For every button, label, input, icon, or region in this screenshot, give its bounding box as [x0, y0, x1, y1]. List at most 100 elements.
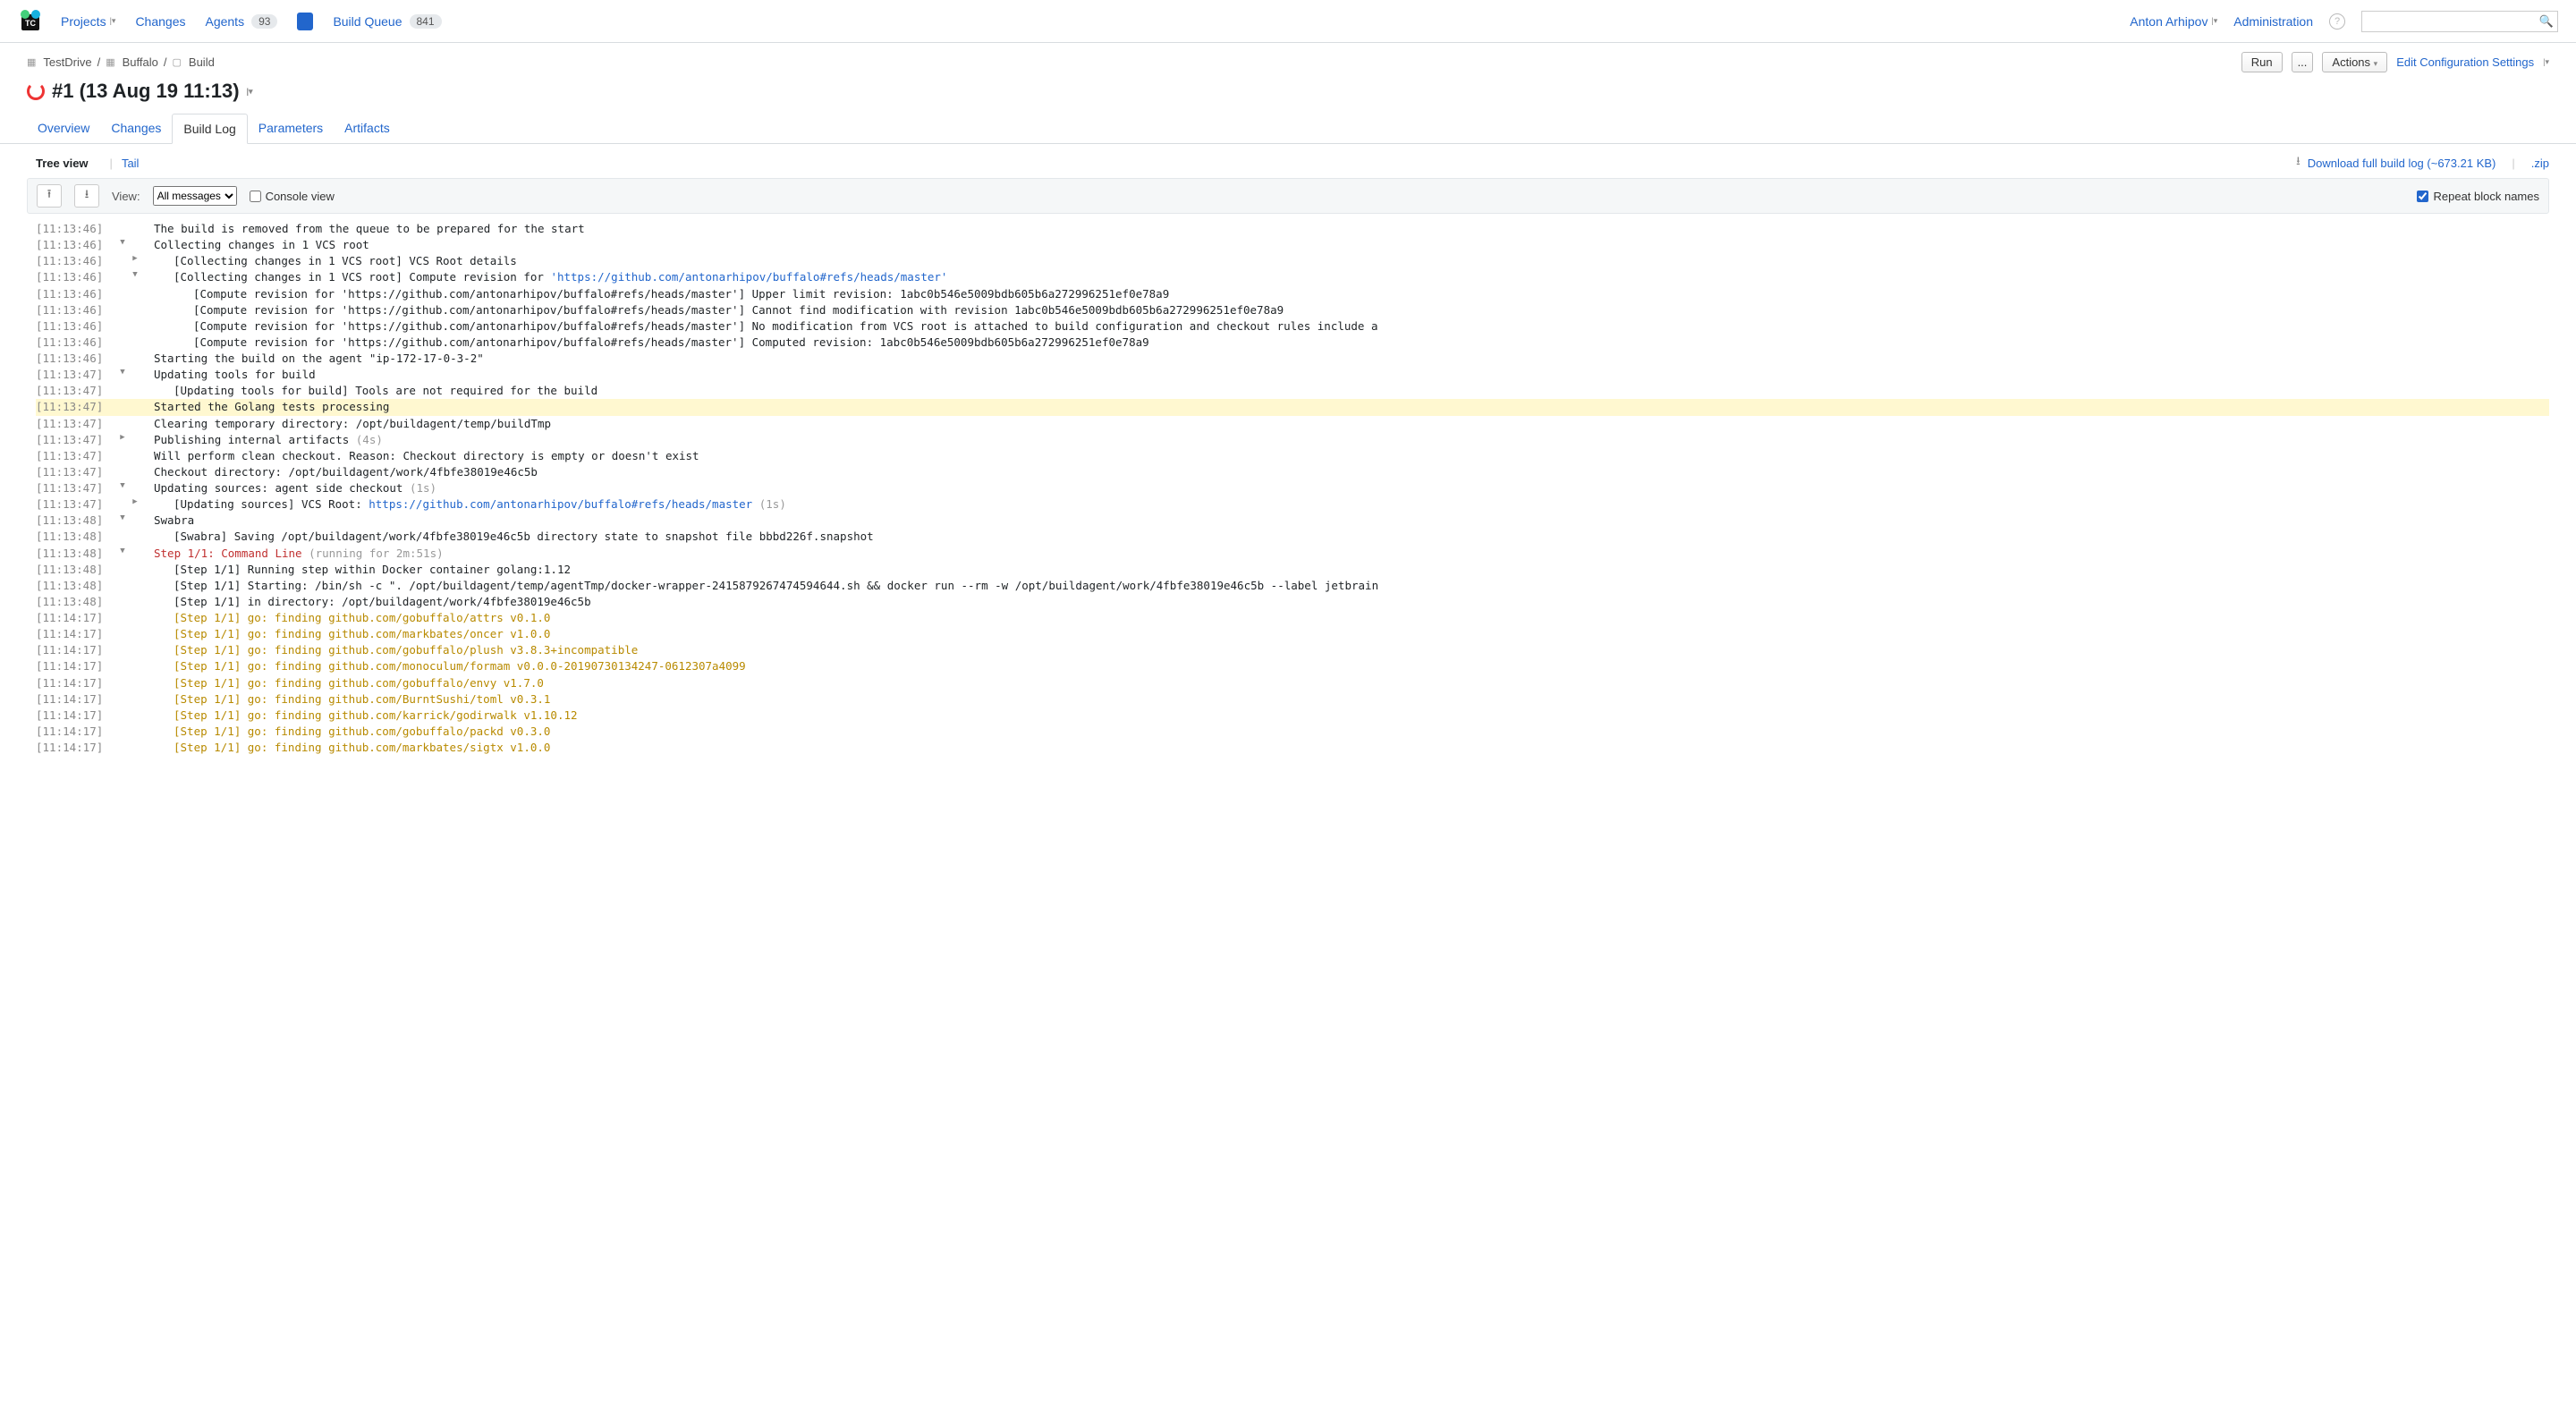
indent-spacer [116, 740, 129, 756]
indent-spacer [141, 221, 154, 237]
log-message: [Step 1/1] go: finding github.com/BurntS… [154, 691, 2549, 708]
indent-spacer [141, 626, 154, 642]
log-row: [11:14:17][Step 1/1] go: finding github.… [36, 658, 2549, 674]
log-message: [Step 1/1] Running step within Docker co… [154, 562, 2549, 578]
log-row: [11:14:17] [Step 1/1] go: finding github.… [36, 642, 2549, 658]
nav-administration[interactable]: Administration [2233, 14, 2313, 29]
indent-spacer [141, 513, 154, 529]
log-message: [Step 1/1] go: finding github.com/gobuff… [154, 642, 2549, 658]
indent-spacer [129, 399, 141, 415]
indent-spacer [141, 432, 154, 448]
expand-icon[interactable]: ▶ [129, 253, 141, 269]
log-message: [Compute revision for 'https://github.co… [154, 335, 2549, 351]
log-message: Swabra [154, 513, 2549, 529]
vcs-link[interactable]: 'https://github.com/antonarhipov/buffalo… [550, 270, 947, 284]
console-view-toggle[interactable]: Console view [250, 190, 335, 203]
chevron-down-icon[interactable]: |▾ [2543, 57, 2549, 67]
indent-spacer [141, 464, 154, 480]
console-view-checkbox[interactable] [250, 191, 261, 202]
log-row: [11:13:46]Starting the build on the agen… [36, 351, 2549, 367]
log-view-header: Tree view | Tail ⭳ Download full build l… [0, 144, 2576, 178]
nav-bq-label: Build Queue [333, 14, 402, 29]
indent-spacer [129, 513, 141, 529]
indent-spacer [116, 610, 129, 626]
log-timestamp: [11:13:47] [36, 399, 116, 415]
expand-icon[interactable]: ▶ [129, 496, 141, 513]
log-row: [11:13:47] Started the Golang tests proce… [36, 399, 2549, 415]
indent-spacer [141, 318, 154, 335]
log-timestamp: [11:13:48] [36, 594, 116, 610]
run-more-button[interactable]: ... [2292, 52, 2314, 72]
download-zip-link[interactable]: .zip [2531, 157, 2549, 170]
collapse-icon[interactable]: ▼ [116, 513, 129, 529]
indent-spacer [141, 351, 154, 367]
repeat-names-checkbox[interactable] [2417, 191, 2428, 202]
view-tail[interactable]: Tail [122, 157, 140, 170]
indent-spacer [116, 383, 129, 399]
edit-config-link[interactable]: Edit Configuration Settings [2396, 55, 2534, 69]
agents-pool-icon[interactable] [297, 13, 313, 30]
indent-spacer [129, 367, 141, 383]
collapse-icon[interactable]: ▼ [116, 546, 129, 562]
page-title-row: #1 (13 Aug 19 11:13) |▾ [0, 72, 2576, 108]
run-button[interactable]: Run [2241, 52, 2283, 72]
log-message: [Swabra] Saving /opt/buildagent/work/4fb… [154, 529, 2549, 545]
user-menu[interactable]: Anton Arhipov |▾ [2130, 14, 2217, 29]
bc-buffalo[interactable]: Buffalo [123, 55, 158, 69]
indent-spacer [141, 562, 154, 578]
collapse-icon[interactable]: ▼ [116, 480, 129, 496]
indent-spacer [129, 335, 141, 351]
indent-spacer [116, 302, 129, 318]
tab-build-log[interactable]: Build Log [172, 114, 247, 144]
download-log-link[interactable]: Download full build log (~673.21 KB) [2308, 157, 2496, 170]
tab-changes[interactable]: Changes [100, 114, 172, 143]
bc-build[interactable]: Build [189, 55, 215, 69]
search-input[interactable] [2361, 11, 2558, 32]
indent-spacer [116, 594, 129, 610]
indent-spacer [141, 302, 154, 318]
tab-artifacts[interactable]: Artifacts [334, 114, 401, 143]
nav-build-queue[interactable]: Build Queue841 [333, 14, 441, 29]
chevron-down-icon[interactable]: |▾ [247, 87, 253, 97]
teamcity-logo[interactable]: TC [18, 9, 43, 34]
log-message: Started the Golang tests processing [154, 399, 2549, 415]
collapse-icon[interactable]: ▼ [116, 367, 129, 383]
help-icon[interactable]: ? [2329, 13, 2345, 30]
collapse-all-button[interactable]: ⭱ [37, 184, 62, 208]
search-icon[interactable]: 🔍 [2539, 14, 2554, 29]
log-timestamp: [11:14:17] [36, 642, 116, 658]
log-timestamp: [11:14:17] [36, 708, 116, 724]
indent-spacer [116, 351, 129, 367]
messages-filter-select[interactable]: All messages [153, 186, 237, 206]
tab-parameters[interactable]: Parameters [248, 114, 334, 143]
log-row: [11:13:47]Checkout directory: /opt/build… [36, 464, 2549, 480]
nav-agents[interactable]: Agents93 [205, 14, 277, 29]
expand-icon[interactable]: ▶ [116, 432, 129, 448]
repeat-names-toggle[interactable]: Repeat block names [2417, 190, 2539, 203]
collapse-icon[interactable]: ▼ [116, 237, 129, 253]
collapse-icon[interactable]: ▼ [129, 269, 141, 285]
separator: | [110, 157, 113, 170]
log-duration: (4s) [349, 433, 383, 446]
nav-projects[interactable]: Projects |▾ [61, 14, 115, 29]
indent-spacer [129, 432, 141, 448]
actions-dropdown[interactable]: Actions ▾ [2322, 52, 2387, 72]
bc-testdrive[interactable]: TestDrive [43, 55, 91, 69]
indent-spacer [129, 594, 141, 610]
indent-spacer [129, 708, 141, 724]
indent-spacer [116, 658, 129, 674]
log-message: [Step 1/1] go: finding github.com/karric… [154, 708, 2549, 724]
nav-changes[interactable]: Changes [135, 14, 185, 29]
expand-all-button[interactable]: ⭳ [74, 184, 99, 208]
indent-spacer [116, 642, 129, 658]
vcs-link[interactable]: https://github.com/antonarhipov/buffalo#… [369, 497, 752, 511]
view-tree[interactable]: Tree view [36, 157, 89, 170]
indent-spacer [129, 578, 141, 594]
log-timestamp: [11:13:46] [36, 351, 116, 367]
separator: | [2512, 157, 2514, 170]
indent-spacer [116, 675, 129, 691]
log-message: [Step 1/1] in directory: /opt/buildagent… [154, 594, 2549, 610]
log-row: [11:13:48]▼Step 1/1: Command Line (runni… [36, 546, 2549, 562]
tab-overview[interactable]: Overview [27, 114, 100, 143]
agents-count-badge: 93 [251, 14, 277, 29]
